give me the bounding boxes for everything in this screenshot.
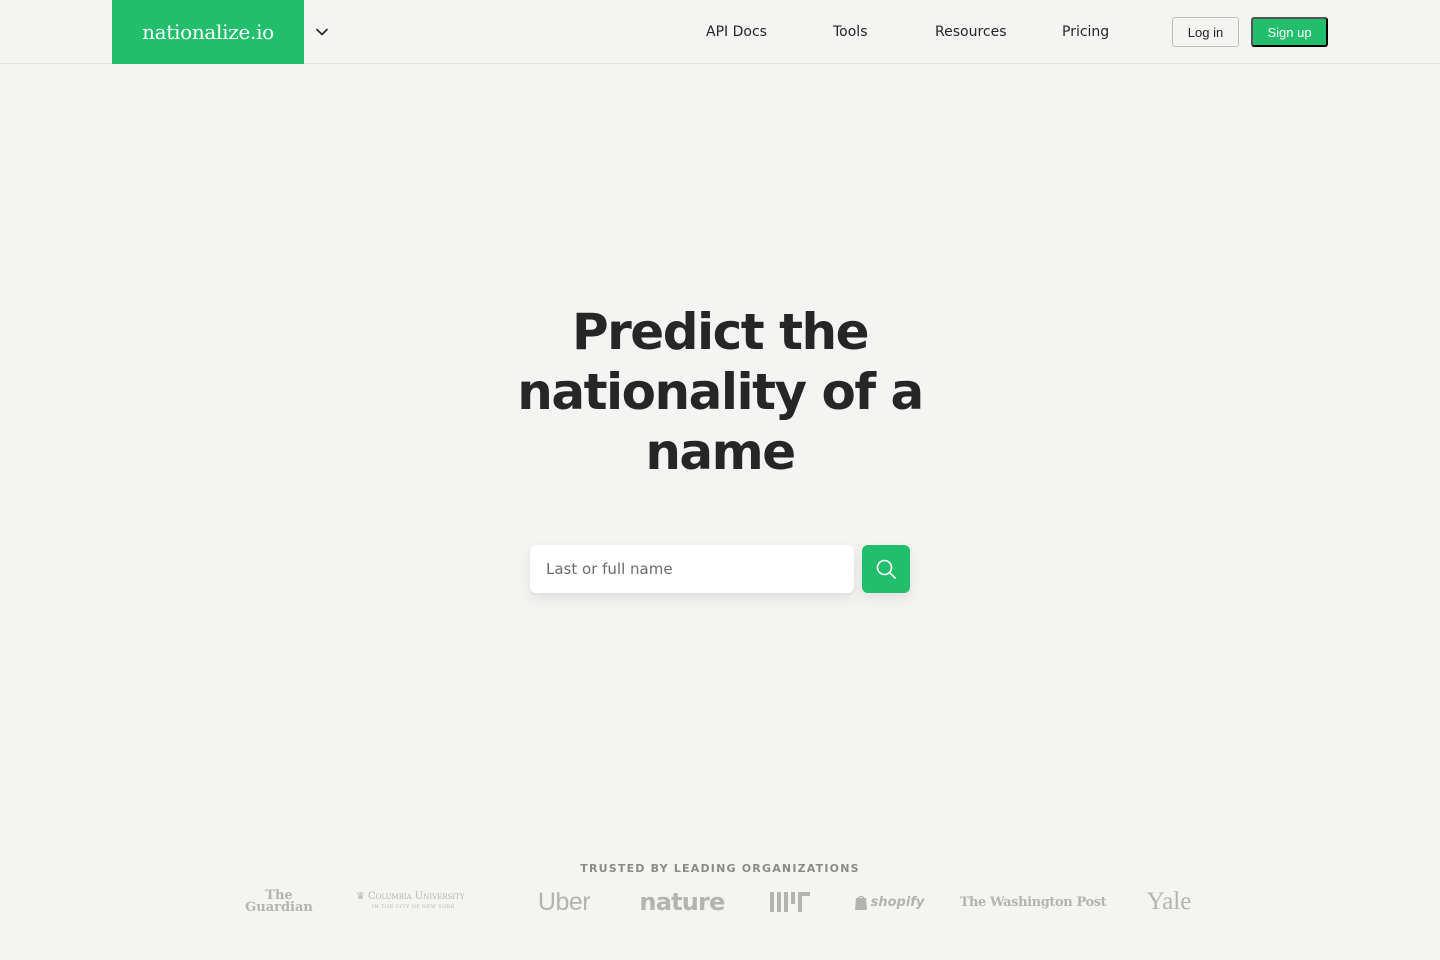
nav-pricing[interactable]: Pricing — [1062, 0, 1109, 64]
logo-shopify: shopify — [854, 884, 925, 920]
name-search-input[interactable] — [530, 545, 854, 593]
logo-text: Columbia University — [367, 891, 465, 902]
logo-yale: Yale — [1144, 884, 1194, 920]
hero-title: Predict the nationality of a name — [517, 303, 924, 481]
nav-resources[interactable]: Resources — [935, 0, 1007, 64]
logo-uber: Uber — [532, 884, 596, 920]
brand-logo[interactable]: nationalize.io — [112, 0, 304, 64]
logo-text: nature — [639, 888, 725, 916]
shopping-bag-icon — [854, 894, 868, 911]
logo-mit — [770, 884, 810, 920]
login-button[interactable]: Log in — [1172, 17, 1239, 47]
logo-nature: nature — [639, 884, 725, 920]
signup-button[interactable]: Sign up — [1251, 17, 1328, 47]
logo-text: shopify — [870, 894, 925, 910]
crown-icon: ♛ — [356, 891, 365, 902]
logo-text: Guardian — [245, 900, 313, 915]
logo-the-guardian: The Guardian — [245, 884, 313, 920]
trusted-label: TRUSTED BY LEADING ORGANIZATIONS — [580, 862, 860, 875]
logo-text: Yale — [1146, 888, 1192, 915]
logo-text: IN THE CITY OF NEW YORK — [372, 904, 455, 910]
site-header: nationalize.io API Docs Tools Resources … — [0, 0, 1440, 64]
logo-washington-post: The Washington Post — [960, 884, 1107, 920]
chevron-down-icon[interactable] — [310, 20, 334, 44]
nav-api-docs[interactable]: API Docs — [706, 0, 767, 64]
logo-text: The Washington Post — [959, 894, 1107, 910]
logo-text: Uber — [537, 887, 591, 916]
logo-columbia-university: ♛ Columbia University IN THE CITY OF NEW… — [356, 884, 488, 920]
nav-tools[interactable]: Tools — [833, 0, 868, 64]
search-button[interactable] — [862, 545, 910, 593]
mit-bars-icon — [770, 892, 810, 912]
search-icon — [875, 558, 897, 580]
